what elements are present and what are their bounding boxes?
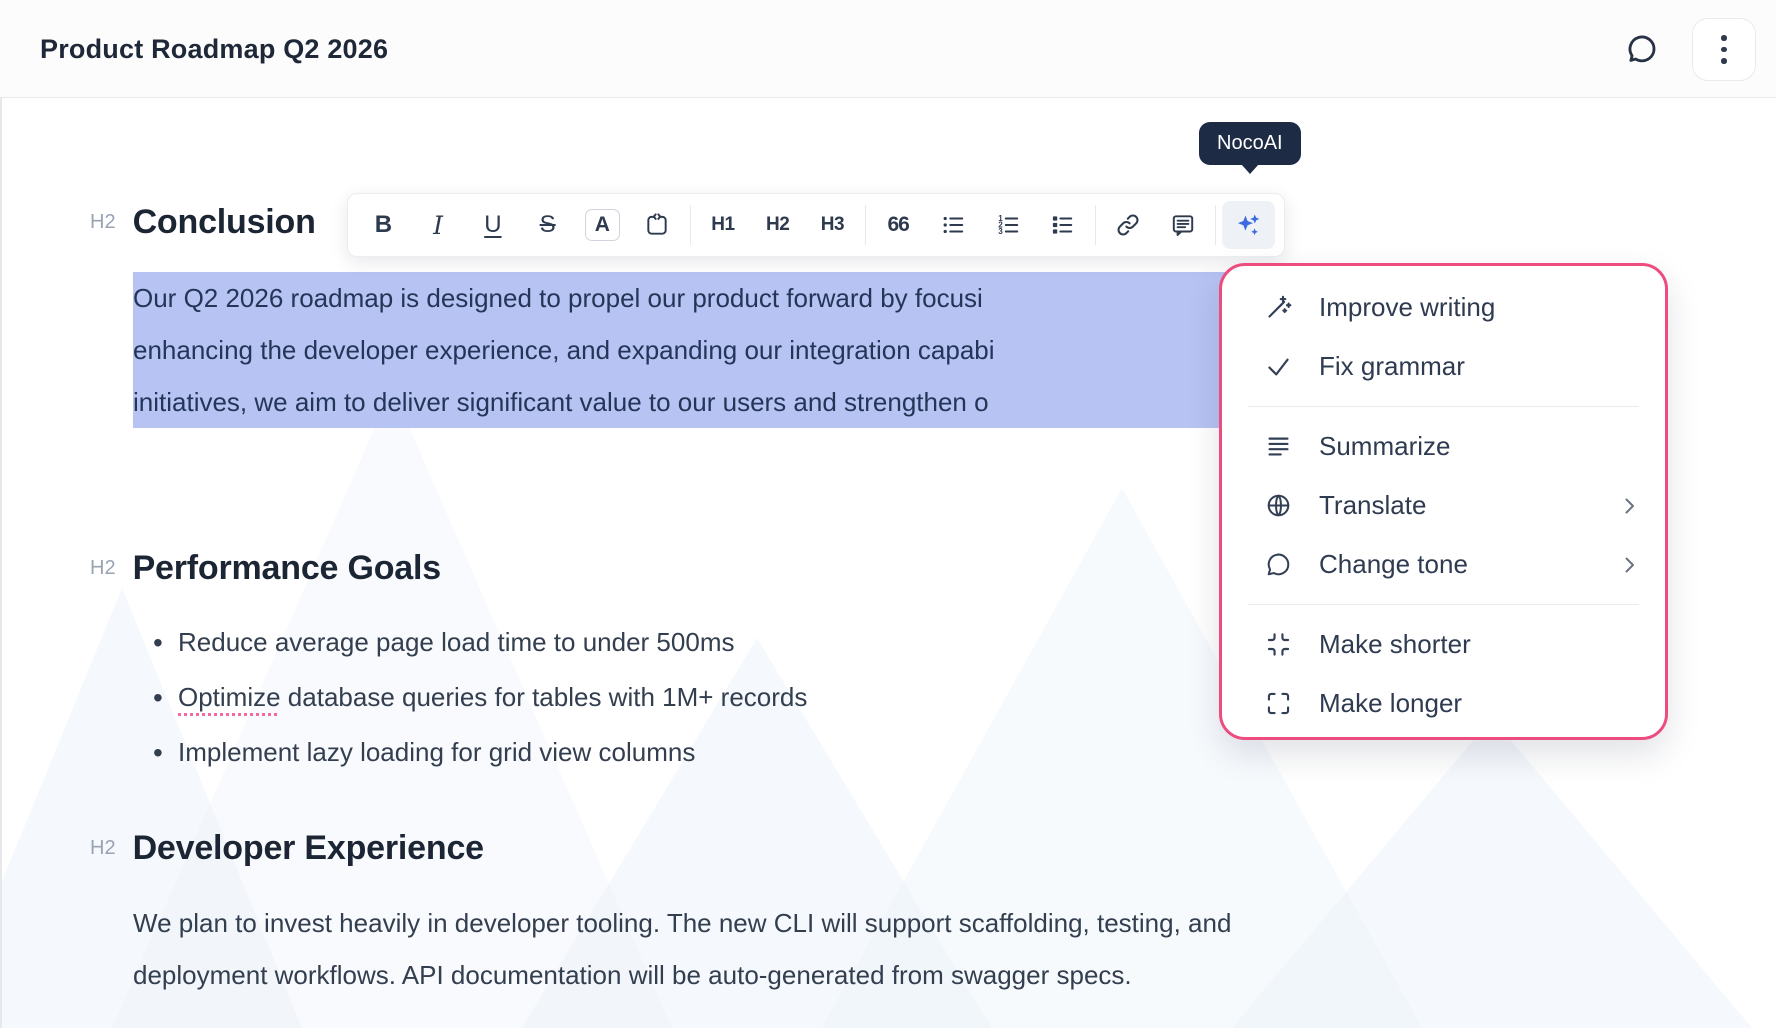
task-list-button[interactable]	[1036, 201, 1089, 249]
menu-item-label: Change tone	[1319, 549, 1468, 580]
chevron-right-icon	[1617, 553, 1641, 577]
bullet-list-icon	[940, 212, 966, 238]
paragraph-line[interactable]: deployment workflows. API documentation …	[133, 949, 1231, 1001]
numbered-list-icon: 1 2 3	[995, 212, 1021, 238]
format-toolbar: B I U S A H1 H2 H3 66	[347, 193, 1285, 257]
summarize-lines-icon	[1265, 433, 1292, 460]
comment-button[interactable]	[1619, 27, 1665, 73]
text-color-button[interactable]: A	[576, 201, 629, 249]
paragraph-line[interactable]: We plan to invest heavily in developer t…	[133, 897, 1231, 949]
menu-item-label: Improve writing	[1319, 292, 1495, 323]
code-block-button[interactable]	[631, 201, 684, 249]
kebab-menu-icon	[1721, 35, 1727, 64]
selected-paragraph[interactable]: Our Q2 2026 roadmap is designed to prope…	[133, 272, 1225, 428]
expand-icon	[1265, 690, 1292, 717]
menu-item-make-shorter[interactable]: Make shorter	[1222, 615, 1665, 674]
numbered-list-button[interactable]: 1 2 3	[981, 201, 1034, 249]
menu-divider	[1248, 406, 1639, 407]
paragraph-line[interactable]: initiatives, we aim to deliver significa…	[133, 376, 1225, 428]
document-title: Product Roadmap Q2 2026	[40, 0, 388, 98]
code-block-icon	[644, 212, 670, 238]
toolbar-divider	[690, 205, 691, 245]
comment-bubble-icon	[1624, 31, 1660, 70]
heading-text[interactable]: Conclusion	[133, 203, 316, 242]
link-button[interactable]	[1102, 201, 1155, 249]
toolbar-divider	[1095, 205, 1096, 245]
menu-item-make-longer[interactable]: Make longer	[1222, 674, 1665, 733]
comment-icon	[1170, 212, 1196, 238]
list-item[interactable]: Implement lazy loading for grid view col…	[133, 725, 807, 780]
menu-item-label: Summarize	[1319, 431, 1450, 462]
menu-item-summarize[interactable]: Summarize	[1222, 417, 1665, 476]
chevron-right-icon	[1617, 494, 1641, 518]
task-list-icon	[1049, 212, 1075, 238]
section-heading-performance-goals[interactable]: H2 Performance Goals	[90, 549, 441, 588]
strikethrough-button[interactable]: S	[521, 201, 574, 249]
bullet-list[interactable]: Reduce average page load time to under 5…	[133, 615, 807, 780]
text-color-label: A	[585, 209, 620, 241]
heading2-button[interactable]: H2	[751, 201, 804, 249]
toolbar-comment-button[interactable]	[1157, 201, 1210, 249]
menu-item-label: Make longer	[1319, 688, 1462, 719]
bold-button[interactable]: B	[357, 201, 410, 249]
bullet-list-button[interactable]	[927, 201, 980, 249]
heading-level-badge: H2	[90, 837, 116, 860]
nocoai-tooltip: NocoAI	[1199, 122, 1301, 165]
speech-bubble-icon	[1265, 551, 1292, 578]
misspelled-word[interactable]: Optimize	[178, 682, 281, 712]
list-item-text[interactable]: database queries for tables with 1M+ rec…	[281, 682, 808, 712]
wand-sparkles-icon	[1265, 294, 1292, 321]
heading-level-badge: H2	[90, 211, 116, 234]
list-item[interactable]: Optimize database queries for tables wit…	[133, 670, 807, 725]
section-heading-conclusion[interactable]: H2 Conclusion	[90, 203, 316, 242]
menu-item-translate[interactable]: Translate	[1222, 476, 1665, 535]
more-options-button[interactable]	[1692, 18, 1756, 81]
heading-text[interactable]: Performance Goals	[133, 549, 441, 588]
toolbar-divider	[865, 205, 866, 245]
heading-text[interactable]: Developer Experience	[133, 829, 484, 868]
menu-divider	[1248, 604, 1639, 605]
paragraph-line[interactable]: Our Q2 2026 roadmap is designed to prope…	[133, 272, 1225, 324]
shrink-icon	[1265, 631, 1292, 658]
menu-item-fix-grammar[interactable]: Fix grammar	[1222, 337, 1665, 396]
italic-button[interactable]: I	[412, 201, 465, 249]
ai-sparkle-icon	[1235, 212, 1262, 239]
menu-item-change-tone[interactable]: Change tone	[1222, 535, 1665, 594]
heading1-button[interactable]: H1	[697, 201, 750, 249]
check-icon	[1265, 353, 1292, 380]
heading-level-badge: H2	[90, 557, 116, 580]
menu-item-improve-writing[interactable]: Improve writing	[1222, 278, 1665, 337]
section-heading-developer-experience[interactable]: H2 Developer Experience	[90, 829, 484, 868]
list-item[interactable]: Reduce average page load time to under 5…	[133, 615, 807, 670]
svg-text:3: 3	[998, 227, 1003, 236]
globe-icon	[1265, 492, 1292, 519]
toolbar-divider	[1215, 205, 1216, 245]
editor-canvas[interactable]: H2 Conclusion Our Q2 2026 roadmap is des…	[0, 98, 1776, 1028]
ai-button[interactable]	[1222, 201, 1275, 249]
developer-paragraph[interactable]: We plan to invest heavily in developer t…	[133, 897, 1231, 1001]
ai-dropdown-menu: Improve writing Fix grammar Summarize Tr…	[1219, 263, 1668, 740]
blockquote-button[interactable]: 66	[872, 201, 925, 249]
menu-item-label: Make shorter	[1319, 629, 1471, 660]
menu-item-label: Translate	[1319, 490, 1426, 521]
menu-item-label: Fix grammar	[1319, 351, 1465, 382]
underline-button[interactable]: U	[467, 201, 520, 249]
link-icon	[1115, 212, 1141, 238]
heading3-button[interactable]: H3	[806, 201, 859, 249]
paragraph-line[interactable]: enhancing the developer experience, and …	[133, 324, 1225, 376]
page-header: Product Roadmap Q2 2026	[0, 0, 1776, 98]
